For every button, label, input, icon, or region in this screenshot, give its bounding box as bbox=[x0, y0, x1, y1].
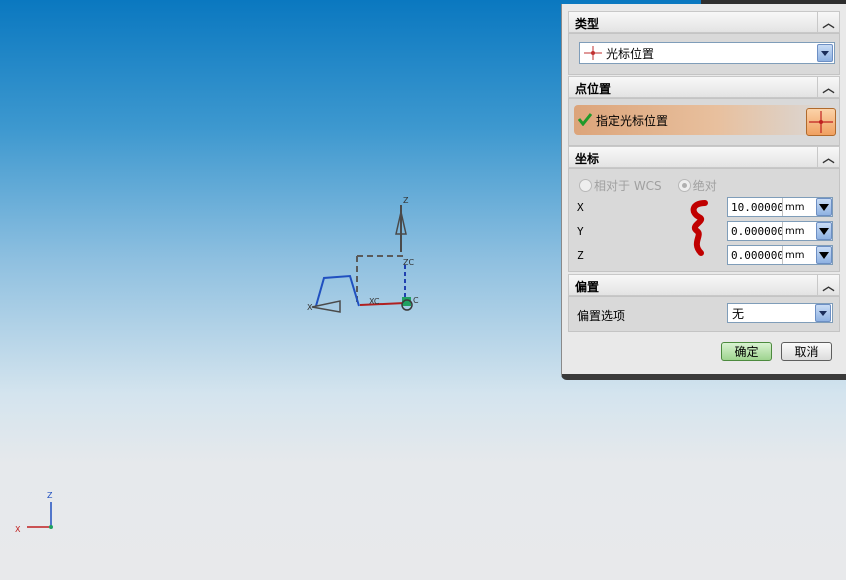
y-coord-input[interactable]: 0.0000000 mm bbox=[727, 221, 833, 241]
z-coord-input[interactable]: 0.0000000 mm bbox=[727, 245, 833, 265]
type-section-title: 类型 bbox=[575, 17, 600, 31]
x-coord-value[interactable]: 10.000000 bbox=[728, 201, 782, 214]
coords-section-header[interactable]: 坐标 ︿ bbox=[568, 146, 840, 168]
chevron-up-icon[interactable]: ︿ bbox=[817, 76, 839, 98]
offset-section-body: 偏置选项 无 bbox=[568, 296, 840, 332]
chevron-down-icon[interactable] bbox=[817, 44, 833, 62]
offset-section-header[interactable]: 偏置 ︿ bbox=[568, 274, 840, 296]
type-dropdown[interactable]: 光标位置 bbox=[579, 42, 835, 64]
specify-cursor-location[interactable]: 指定光标位置 bbox=[574, 105, 836, 136]
y-dropdown-icon[interactable] bbox=[816, 222, 832, 240]
y-coord-value[interactable]: 0.0000000 bbox=[728, 225, 782, 238]
x-unit: mm bbox=[782, 198, 814, 216]
offset-section-title: 偏置 bbox=[575, 280, 600, 294]
cursor-location-button[interactable] bbox=[806, 108, 836, 136]
offset-option-value: 无 bbox=[732, 306, 745, 321]
red-annotation-scribble bbox=[690, 200, 708, 256]
z-unit: mm bbox=[782, 246, 814, 264]
y-unit: mm bbox=[782, 222, 814, 240]
chevron-up-icon[interactable]: ︿ bbox=[817, 146, 839, 168]
x-dropdown-icon[interactable] bbox=[816, 198, 832, 216]
dashed-rectangle bbox=[356, 255, 405, 304]
chevron-down-icon[interactable] bbox=[815, 304, 831, 322]
radio-absolute-label: 绝对 bbox=[692, 179, 717, 193]
chevron-up-icon[interactable]: ︿ bbox=[817, 274, 839, 296]
checkmark-icon bbox=[578, 113, 592, 126]
z-coord-value[interactable]: 0.0000000 bbox=[728, 249, 782, 262]
zc-label: ZC bbox=[403, 258, 414, 267]
offset-option-dropdown[interactable]: 无 bbox=[727, 303, 833, 323]
point-section-title: 点位置 bbox=[575, 82, 612, 96]
radio-relative-wcs[interactable]: 相对于 WCS bbox=[579, 177, 662, 194]
triad-x-label: X bbox=[15, 525, 21, 534]
specify-cursor-label: 指定光标位置 bbox=[596, 113, 669, 128]
offset-option-label: 偏置选项 bbox=[577, 309, 626, 323]
triad-z-label: Z bbox=[47, 491, 53, 500]
type-dropdown-value: 光标位置 bbox=[606, 46, 655, 61]
reference-radio-group: 相对于 WCS 绝对 bbox=[579, 177, 717, 194]
coords-section-body: 相对于 WCS 绝对 X Y Z 10.000000 mm 0.0000000 … bbox=[568, 168, 840, 272]
point-section-header[interactable]: 点位置 ︿ bbox=[568, 76, 840, 98]
x-coord-label: X bbox=[577, 201, 584, 214]
cursor-point-icon bbox=[584, 46, 602, 60]
x-label: X bbox=[307, 303, 313, 312]
z-dropdown-icon[interactable] bbox=[816, 246, 832, 264]
type-section-body: 光标位置 bbox=[568, 33, 840, 75]
z-label: Z bbox=[403, 196, 409, 205]
chevron-up-icon[interactable]: ︿ bbox=[817, 11, 839, 33]
z-coord-label: Z bbox=[577, 249, 584, 262]
radio-relative-label: 相对于 WCS bbox=[594, 179, 662, 193]
xc-label: XC bbox=[369, 297, 380, 306]
x-axis-line bbox=[359, 302, 406, 306]
point-dialog: 类型 ︿ 光标位置 点位置 ︿ 指定光标位置 坐标 ︿ 相对于 WCS 绝对 X… bbox=[561, 4, 846, 380]
c-label: C bbox=[413, 296, 419, 305]
crosshair-icon bbox=[809, 111, 833, 133]
y-coord-label: Y bbox=[577, 225, 584, 238]
z-axis-arrow bbox=[395, 205, 407, 252]
view-triad: Z X bbox=[15, 491, 53, 534]
type-section-header[interactable]: 类型 ︿ bbox=[568, 11, 840, 33]
ok-button[interactable]: 确定 bbox=[721, 342, 772, 361]
radio-absolute[interactable]: 绝对 bbox=[677, 177, 717, 194]
cancel-button[interactable]: 取消 bbox=[781, 342, 832, 361]
x-coord-input[interactable]: 10.000000 mm bbox=[727, 197, 833, 217]
point-section-body: 指定光标位置 bbox=[568, 98, 840, 146]
coords-section-title: 坐标 bbox=[575, 152, 600, 166]
